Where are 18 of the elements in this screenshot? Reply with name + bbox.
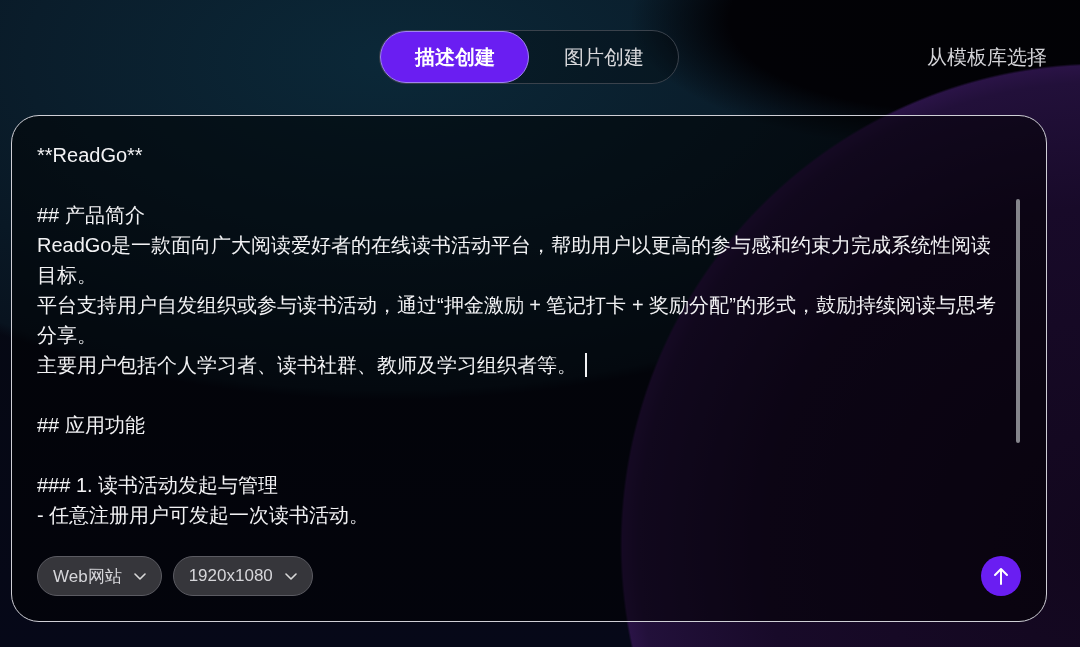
editor-text-line: **ReadGo** (37, 144, 143, 166)
mode-tab[interactable]: 图片创建 (529, 31, 678, 83)
editor-text-line: ### 1. 读书活动发起与管理 (37, 474, 279, 496)
chevron-down-icon (133, 572, 146, 580)
editor-text-line: ReadGo是一款面向广大阅读爱好者的在线读书活动平台，帮助用户以更高的参与感和约束力完成系统性阅读目标。 (37, 234, 992, 286)
chevron-down-icon (284, 572, 297, 580)
editor-text-line: ## 产品简介 (37, 204, 145, 226)
mode-tab[interactable]: 描述创建 (380, 31, 529, 83)
editor-text-line: 平台支持用户自发组织或参与读书活动，通过“押金激励 + 笔记打卡 + 奖励分配”的形式，鼓励持续阅读与思考分享。 (37, 294, 996, 346)
template-link[interactable]: 从模板库选择 (927, 43, 1047, 71)
dropdown-button[interactable]: Web网站 (37, 556, 162, 596)
arrow-up-icon (993, 567, 1009, 585)
scrollbar-thumb[interactable] (1016, 199, 1020, 443)
editor-text-line: - 任意注册用户可发起一次读书活动。 (37, 504, 370, 526)
editor-text-line: ## 应用功能 (37, 414, 145, 436)
send-button[interactable] (981, 556, 1021, 596)
editor-text-line: 主要用户包括个人学习者、读书社群、教师及学习组织者等。 (37, 354, 577, 376)
dropdown-button[interactable]: 1920x1080 (172, 556, 313, 596)
